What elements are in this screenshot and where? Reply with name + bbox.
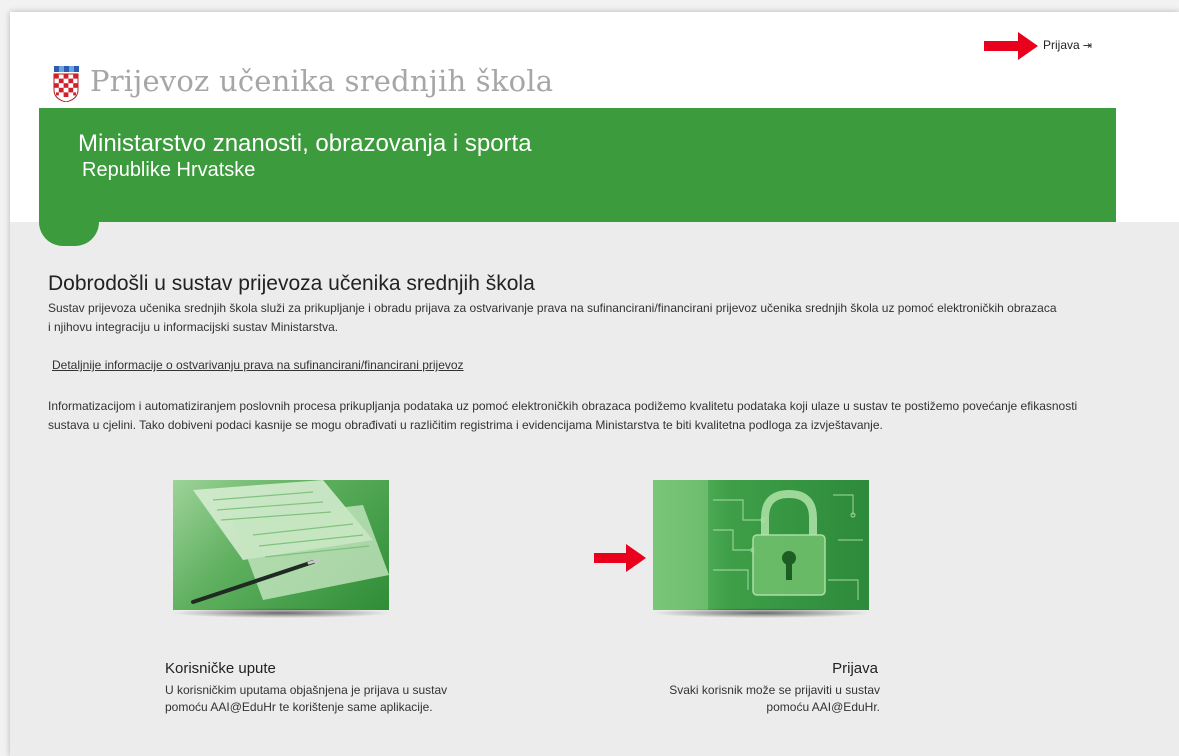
croatian-coat-of-arms-icon <box>53 66 79 102</box>
user-manual-title[interactable]: Korisničke upute <box>165 660 276 677</box>
login-image[interactable] <box>653 480 869 610</box>
padlock-circuit-icon <box>653 480 863 610</box>
login-link[interactable]: Prijava ⇥ <box>1043 38 1092 52</box>
login-card-title[interactable]: Prijava <box>750 660 878 677</box>
site-title: Prijevoz učenika srednjih škola <box>90 64 554 98</box>
login-link-label: Prijava <box>1043 38 1080 52</box>
user-manual-description: U korisničkim uputama objašnjena je prij… <box>165 683 448 714</box>
user-manual-image[interactable] <box>173 480 389 610</box>
sign-in-icon: ⇥ <box>1082 40 1092 52</box>
banner-tab <box>39 222 99 246</box>
page-container: Prijava ⇥ Prijevoz učenika srednjih škola… <box>10 12 1179 756</box>
intro-paragraph: Sustav prijevoza učenika srednjih škola … <box>48 301 1057 334</box>
page-title: Dobrodošli u sustav prijevoza učenika sr… <box>48 272 535 295</box>
details-link[interactable]: Detaljnije informacije o ostvarivanju pr… <box>52 358 464 372</box>
documents-pen-icon <box>191 480 389 604</box>
red-arrow-annotation-icon <box>984 32 1038 60</box>
image-shadow <box>171 608 391 618</box>
info-paragraph: Informatizacijom i automatiziranjem posl… <box>48 399 1078 432</box>
image-shadow <box>651 608 871 618</box>
ministry-country: Republike Hrvatske <box>82 159 256 181</box>
red-arrow-annotation-icon <box>594 544 646 572</box>
login-card-description: Svaki korisnik može se prijaviti u susta… <box>669 683 880 714</box>
ministry-name: Ministarstvo znanosti, obrazovanja i spo… <box>78 130 532 157</box>
